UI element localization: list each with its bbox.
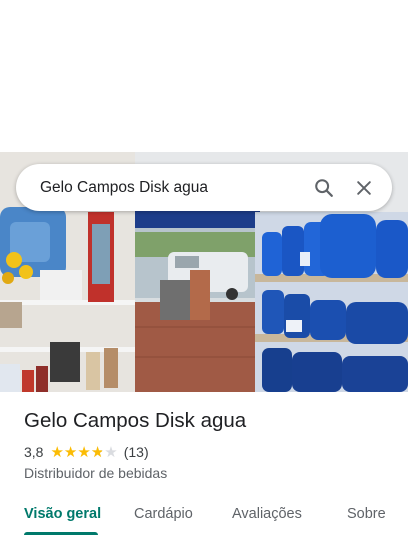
star-icon: ★ [104,443,118,461]
rating-value: 3,8 [24,444,44,460]
star-icon: ★ [50,443,64,461]
search-icon[interactable] [304,164,344,211]
star-icon: ★ [77,443,91,461]
star-icon: ★ ★ [90,443,105,461]
search-bar[interactable]: Gelo Campos Disk agua [16,164,392,211]
close-icon[interactable] [344,164,384,211]
place-category: Distribuidor de bebidas [24,465,168,481]
tab-overview[interactable]: Visão geral [24,506,101,522]
review-count[interactable]: (13) [124,444,149,460]
active-tab-indicator [24,532,98,535]
tab-menu[interactable]: Cardápio [134,506,193,522]
tab-about[interactable]: Sobre [347,506,386,522]
place-title: Gelo Campos Disk agua [24,409,247,432]
tab-reviews[interactable]: Avaliações [232,506,302,522]
rating-stars: ★ ★ ★ ★ ★ ★ [50,445,117,460]
tab-bar: Visão geral Cardápio Avaliações Sobre [0,496,408,536]
star-icon: ★ [63,443,78,461]
search-input[interactable]: Gelo Campos Disk agua [40,179,304,197]
rating-row[interactable]: 3,8 ★ ★ ★ ★ ★ ★ (13) [24,444,149,460]
